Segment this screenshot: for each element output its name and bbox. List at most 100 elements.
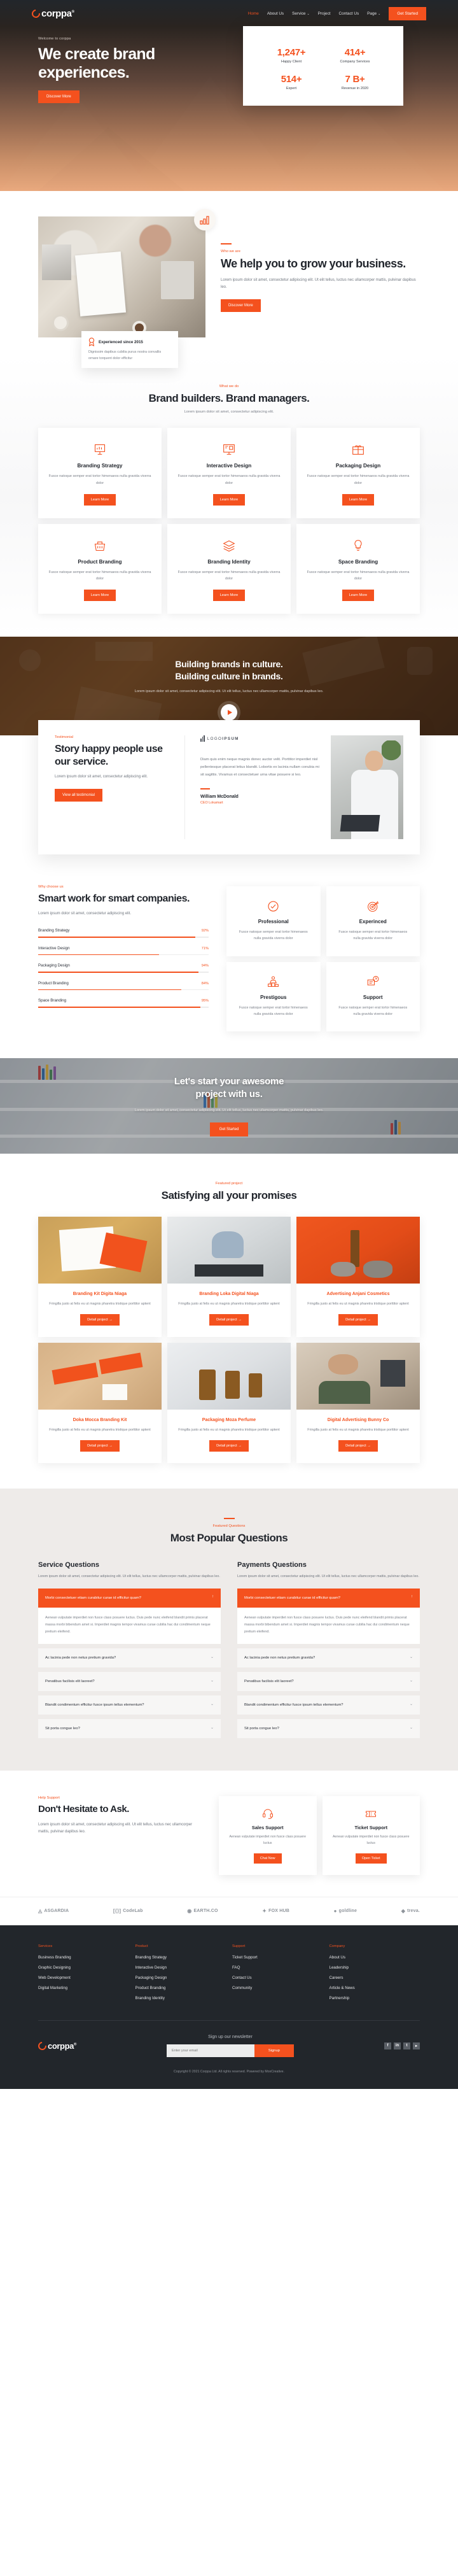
facebook-icon[interactable]: f	[384, 2042, 391, 2049]
nav-item-about-us[interactable]: About Us	[267, 11, 284, 16]
footer-link[interactable]: Packaging Design	[135, 1976, 226, 1980]
logo-registered-mark: ®	[73, 2042, 76, 2047]
service-card[interactable]: Interactive Design Fusce natoque semper e…	[167, 428, 291, 518]
linkedin-icon[interactable]: in	[393, 2042, 401, 2049]
skill-progress-bar	[38, 989, 209, 991]
faq-accordion: Morbi consectetuer etiam curabitur curae…	[38, 1589, 221, 1739]
support-card-button[interactable]: Open Ticket	[355, 1853, 387, 1864]
footer-link[interactable]: Web Development	[38, 1976, 129, 1980]
about-section: Experienced since 2015 Dignissim dapibus…	[0, 191, 458, 368]
support-eyebrow: Help Support	[38, 1796, 60, 1801]
logo[interactable]: corppa®	[30, 7, 74, 20]
view-all-testimonial-button[interactable]: View all testimonial	[55, 788, 102, 802]
testimonial-copy: Testimonial Story happy people use our s…	[55, 735, 185, 840]
feature-card-title: Prestigous	[260, 994, 287, 1000]
cta-title: Let's start your awesome project with us…	[174, 1075, 284, 1101]
service-card[interactable]: Packaging Design Fusce natoque semper era…	[296, 428, 420, 518]
portfolio-card[interactable]: Advertising Anjani Cosmetics Fringilla ju…	[296, 1216, 420, 1337]
faq-question: Sit porta congue leo?	[45, 1727, 80, 1731]
nav-item-page[interactable]: Page ⌄	[367, 11, 380, 16]
service-card[interactable]: Product Branding Fusce natoque semper era…	[38, 523, 162, 614]
footer-link[interactable]: Contact Us	[232, 1976, 323, 1980]
brand-glyph-icon: ◉	[187, 1907, 192, 1914]
faq-question-header[interactable]: Sit porta congue leo? ⌄	[38, 1719, 221, 1739]
nav-item-contact-us[interactable]: Contact Us	[339, 11, 359, 16]
footer-link[interactable]: Business Branding	[38, 1955, 129, 1960]
footer-link[interactable]: Ticket Support	[232, 1955, 323, 1960]
testimonial-title: Story happy people use our service.	[55, 744, 163, 767]
newsletter-signup-button[interactable]: Signup	[254, 2044, 294, 2057]
detail-project-button[interactable]: Detail project →	[209, 1440, 249, 1452]
faq-item: Sit porta congue leo? ⌄	[237, 1719, 420, 1739]
faq-question: Sit porta congue leo?	[244, 1727, 279, 1731]
newsletter-email-input[interactable]	[166, 2044, 254, 2057]
service-card[interactable]: Branding Strategy Fusce natoque semper er…	[38, 428, 162, 518]
footer-link[interactable]: Graphic Designing	[38, 1965, 129, 1970]
footer-link[interactable]: Product Branding	[135, 1986, 226, 1990]
play-button-icon[interactable]	[221, 704, 237, 721]
skill-item: Interactive Design 71%	[38, 946, 209, 956]
detail-project-button[interactable]: Detail project →	[80, 1313, 120, 1326]
footer-link[interactable]: About Us	[330, 1955, 420, 1960]
footer-link[interactable]: FAQ	[232, 1965, 323, 1970]
support-card: Sales Support Aenean vulputate imperdiet …	[219, 1796, 317, 1875]
footer-link[interactable]: Branding Strategy	[135, 1955, 226, 1960]
detail-project-button[interactable]: Detail project →	[209, 1313, 249, 1326]
learn-more-button[interactable]: Learn More	[212, 590, 246, 602]
faq-question-header[interactable]: Blandit condimentum efficitur fusce ipsu…	[38, 1695, 221, 1715]
service-card[interactable]: Space Branding Fusce natoque semper erat …	[296, 523, 420, 614]
footer-link[interactable]: Digital Marketing	[38, 1986, 129, 1990]
cta-get-started-button[interactable]: Get Started	[209, 1122, 249, 1137]
faq-question-header[interactable]: Morbi consectetuer etiam curabitur curae…	[237, 1589, 420, 1608]
footer-link[interactable]: Article & News	[330, 1986, 420, 1990]
faq-question-header[interactable]: Morbi consectetuer etiam curabitur curae…	[38, 1589, 221, 1608]
faq-question-header[interactable]: Penatibus facilisis elit laoreet? ⌄	[38, 1671, 221, 1692]
brand-logo: ◆ treva.	[401, 1908, 420, 1914]
services-title: Brand builders. Brand managers.	[148, 392, 310, 404]
support-card-button[interactable]: Chat Now	[253, 1853, 282, 1864]
about-discover-button[interactable]: Discover More	[221, 299, 261, 312]
twitter-icon[interactable]: t	[403, 2042, 410, 2049]
portfolio-card[interactable]: Branding Loka Digital Niaga Fringilla jus…	[167, 1216, 291, 1337]
video-title-line2: Building culture in brands.	[175, 670, 283, 681]
footer-link[interactable]: Interactive Design	[135, 1965, 226, 1970]
detail-project-button[interactable]: Detail project →	[338, 1313, 378, 1326]
nav-item-service[interactable]: Service ⌄	[292, 11, 310, 16]
feature-card-title: Support	[363, 994, 383, 1000]
award-badge-icon	[88, 337, 95, 347]
detail-project-button[interactable]: Detail project →	[80, 1440, 120, 1452]
learn-more-button[interactable]: Learn More	[212, 493, 246, 506]
portfolio-card[interactable]: Doka Mocca Branding Kit Fringilla justo a…	[38, 1342, 162, 1463]
portfolio-card[interactable]: Branding Kit Digita Niaga Fringilla justo…	[38, 1216, 162, 1337]
footer-link[interactable]: Community	[232, 1986, 323, 1990]
nav-item-project[interactable]: Project	[318, 11, 331, 16]
portfolio-card[interactable]: Packaging Moza Perfume Fringilla justo at…	[167, 1342, 291, 1463]
faq-question-header[interactable]: Ac lacinia pede non netus pretium gravid…	[38, 1648, 221, 1667]
learn-more-button[interactable]: Learn More	[83, 493, 116, 506]
youtube-icon[interactable]: ▸	[412, 2042, 420, 2049]
faq-column: Payments Questions Lorem ipsum dolor sit …	[237, 1561, 420, 1743]
service-card[interactable]: Branding Identity Fusce natoque semper er…	[167, 523, 291, 614]
footer-link[interactable]: Branding Identity	[135, 1996, 226, 2000]
footer-link[interactable]: Leadership	[330, 1965, 420, 1970]
footer-logo[interactable]: corppa®	[36, 2039, 76, 2052]
top-navigation: corppa® Home About Us Service ⌄ Project C…	[30, 0, 426, 24]
detail-project-button[interactable]: Detail project →	[338, 1440, 378, 1452]
hero-discover-button[interactable]: Discover More	[38, 90, 80, 103]
faq-question-header[interactable]: Sit porta congue leo? ⌄	[237, 1719, 420, 1739]
faq-question-header[interactable]: Penatibus facilisis elit laoreet? ⌄	[237, 1671, 420, 1692]
portfolio-card[interactable]: Digital Advertising Bunny Co Fringilla ju…	[296, 1342, 420, 1463]
footer-column-heading: Company	[329, 1944, 345, 1948]
faq-question: Morbi consectetuer etiam curabitur curae…	[45, 1596, 142, 1601]
nav-item-home[interactable]: Home	[248, 11, 259, 16]
faq-question-header[interactable]: Ac lacinia pede non netus pretium gravid…	[237, 1648, 420, 1667]
faq-question-header[interactable]: Blandit condimentum efficitur fusce ipsu…	[237, 1695, 420, 1715]
learn-more-button[interactable]: Learn More	[83, 590, 116, 602]
learn-more-button[interactable]: Learn More	[342, 493, 375, 506]
footer-link[interactable]: Careers	[330, 1976, 420, 1980]
learn-more-button[interactable]: Learn More	[342, 590, 375, 602]
testimonial-eyebrow: Testimonial	[55, 735, 73, 740]
get-started-button[interactable]: Get Started	[389, 6, 426, 20]
service-card-body: Fusce natoque semper erat tortor himenae…	[177, 570, 281, 581]
footer-link[interactable]: Partnership	[330, 1996, 420, 2000]
